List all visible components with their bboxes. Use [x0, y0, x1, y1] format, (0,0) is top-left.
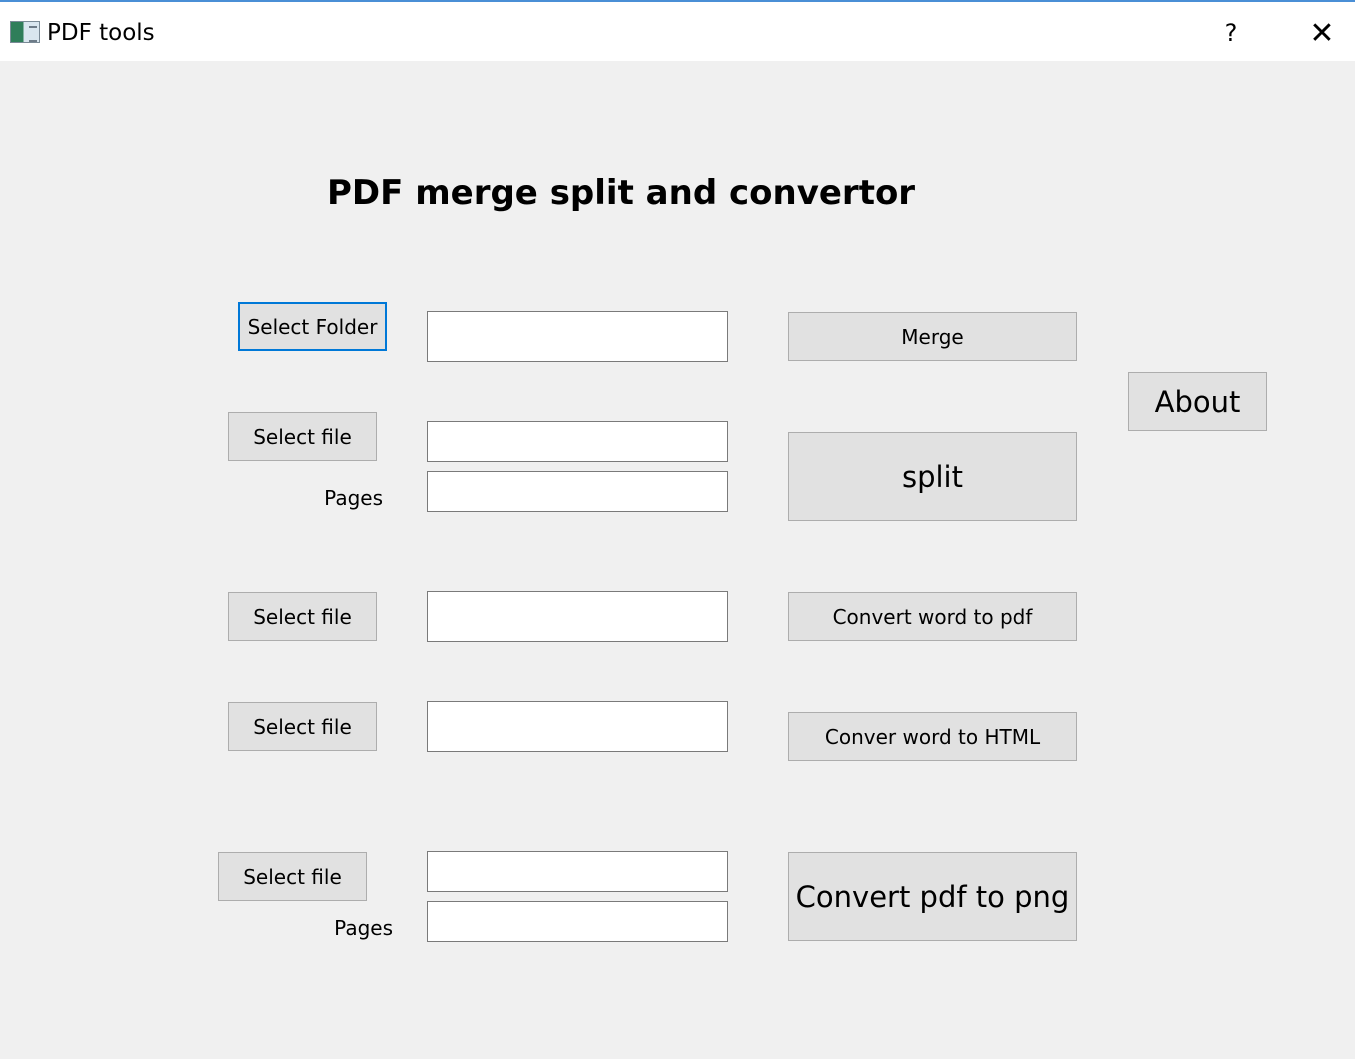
pdf-to-png-pages-label: Pages	[334, 916, 393, 940]
about-button[interactable]: About	[1128, 372, 1267, 431]
word-to-html-select-file-button[interactable]: Select file	[228, 702, 377, 751]
split-file-input[interactable]	[427, 421, 728, 462]
select-folder-button[interactable]: Select Folder	[238, 302, 387, 351]
convert-pdf-to-png-button[interactable]: Convert pdf to png	[788, 852, 1077, 941]
convert-word-to-html-button[interactable]: Conver word to HTML	[788, 712, 1077, 761]
split-select-file-button[interactable]: Select file	[228, 412, 377, 461]
word-to-html-file-input[interactable]	[427, 701, 728, 752]
title-bar: PDF tools ? ✕	[0, 0, 1355, 61]
merge-folder-input[interactable]	[427, 311, 728, 362]
split-button[interactable]: split	[788, 432, 1077, 521]
pdf-to-png-pages-input[interactable]	[427, 901, 728, 942]
convert-word-to-pdf-button[interactable]: Convert word to pdf	[788, 592, 1077, 641]
word-to-pdf-file-input[interactable]	[427, 591, 728, 642]
split-pages-input[interactable]	[427, 471, 728, 512]
close-icon[interactable]: ✕	[1304, 16, 1340, 52]
split-pages-label: Pages	[324, 486, 383, 510]
pdf-to-png-file-input[interactable]	[427, 851, 728, 892]
app-icon	[10, 21, 40, 43]
help-button[interactable]: ?	[1216, 16, 1246, 50]
merge-button[interactable]: Merge	[788, 312, 1077, 361]
pdf-to-png-select-file-button[interactable]: Select file	[218, 852, 367, 901]
window-title: PDF tools	[47, 20, 155, 46]
word-to-pdf-select-file-button[interactable]: Select file	[228, 592, 377, 641]
page-title: PDF merge split and convertor	[327, 173, 916, 213]
